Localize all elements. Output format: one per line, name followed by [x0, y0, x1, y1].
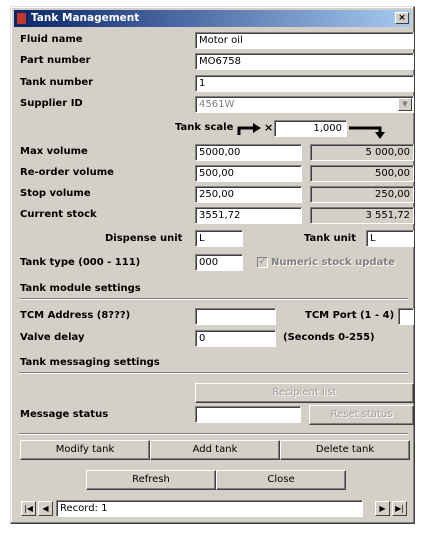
- max-volume-input[interactable]: 5000,00: [195, 144, 302, 161]
- arrow-right-icon: [237, 126, 255, 135]
- tank-unit-input[interactable]: L: [366, 230, 414, 247]
- reorder-volume-label: Re-order volume: [20, 167, 114, 178]
- current-stock-input[interactable]: 3551,72: [195, 207, 302, 224]
- stop-volume-input[interactable]: 250,00: [195, 186, 302, 203]
- supplier-id-label: Supplier ID: [20, 98, 83, 109]
- supplier-id-value: 4561W: [199, 99, 235, 110]
- modify-tank-button[interactable]: Modify tank: [20, 440, 150, 460]
- divider: [19, 298, 408, 300]
- close-button[interactable]: ×: [395, 12, 409, 24]
- tcm-address-label: TCM Address (8???): [20, 310, 131, 321]
- valve-delay-input[interactable]: 0: [195, 330, 276, 347]
- dispense-unit-label: Dispense unit: [105, 233, 183, 244]
- valve-delay-hint: (Seconds 0-255): [283, 332, 375, 343]
- tank-module-header: Tank module settings: [20, 283, 141, 294]
- tank-messaging-header: Tank messaging settings: [20, 357, 160, 368]
- tank-number-input[interactable]: 1: [195, 75, 414, 92]
- first-record-icon[interactable]: |◀: [21, 501, 36, 516]
- part-number-input[interactable]: MO6758: [195, 53, 414, 70]
- dispense-unit-input[interactable]: L: [195, 230, 243, 247]
- current-stock-label: Current stock: [20, 209, 97, 220]
- divider: [19, 433, 408, 435]
- tank-type-label: Tank type (000 - 111): [20, 257, 141, 268]
- tcm-port-label: TCM Port (1 - 4): [305, 310, 395, 321]
- title-bar[interactable]: Tank Management ×: [14, 10, 411, 27]
- numeric-stock-checkbox[interactable]: ✓: [257, 257, 268, 268]
- add-tank-button[interactable]: Add tank: [150, 440, 280, 460]
- stop-volume-scaled: 250,00: [310, 186, 414, 203]
- tank-number-label: Tank number: [20, 77, 94, 88]
- close-button-footer[interactable]: Close: [216, 470, 346, 490]
- reorder-volume-input[interactable]: 500,00: [195, 165, 302, 182]
- fluid-name-label: Fluid name: [20, 34, 83, 45]
- part-number-label: Part number: [20, 55, 91, 66]
- refresh-button[interactable]: Refresh: [86, 470, 216, 490]
- current-stock-scaled: 3 551,72: [310, 207, 414, 224]
- supplier-id-combo[interactable]: 4561W ▼: [195, 96, 414, 113]
- recipient-list-button[interactable]: Recipient list: [195, 383, 414, 403]
- last-record-icon[interactable]: ▶|: [392, 501, 407, 516]
- arrow-down-head-icon: [375, 132, 385, 139]
- tank-unit-label: Tank unit: [304, 233, 356, 244]
- reset-status-button[interactable]: Reset status: [309, 405, 414, 425]
- valve-delay-label: Valve delay: [20, 332, 85, 343]
- fluid-name-input[interactable]: Motor oil: [195, 32, 414, 49]
- message-status-label: Message status: [20, 409, 109, 420]
- record-indicator: Record: 1: [56, 500, 363, 517]
- scale-multiplier: ×: [264, 121, 274, 134]
- tank-management-window: Tank Management × Fluid name Motor oil P…: [10, 6, 415, 524]
- app-icon: [17, 13, 26, 24]
- next-record-icon[interactable]: ▶: [375, 501, 390, 516]
- dropdown-arrow-icon[interactable]: ▼: [398, 98, 412, 111]
- tank-scale-input[interactable]: 1,000: [274, 120, 347, 137]
- window-title: Tank Management: [31, 12, 140, 24]
- max-volume-label: Max volume: [20, 146, 88, 157]
- message-status-input[interactable]: [195, 406, 301, 423]
- arrow-right-head-icon: [253, 123, 261, 133]
- divider: [19, 372, 408, 374]
- prev-record-icon[interactable]: ◀: [38, 501, 53, 516]
- stop-volume-label: Stop volume: [20, 188, 91, 199]
- numeric-stock-label: Numeric stock update: [271, 257, 395, 268]
- delete-tank-button[interactable]: Delete tank: [280, 440, 410, 460]
- tank-type-input[interactable]: 000: [195, 254, 243, 271]
- max-volume-scaled: 5 000,00: [310, 144, 414, 161]
- reorder-volume-scaled: 500,00: [310, 165, 414, 182]
- tcm-address-input[interactable]: [195, 308, 276, 325]
- tcm-port-input[interactable]: [398, 308, 414, 325]
- tank-scale-label: Tank scale: [175, 122, 234, 133]
